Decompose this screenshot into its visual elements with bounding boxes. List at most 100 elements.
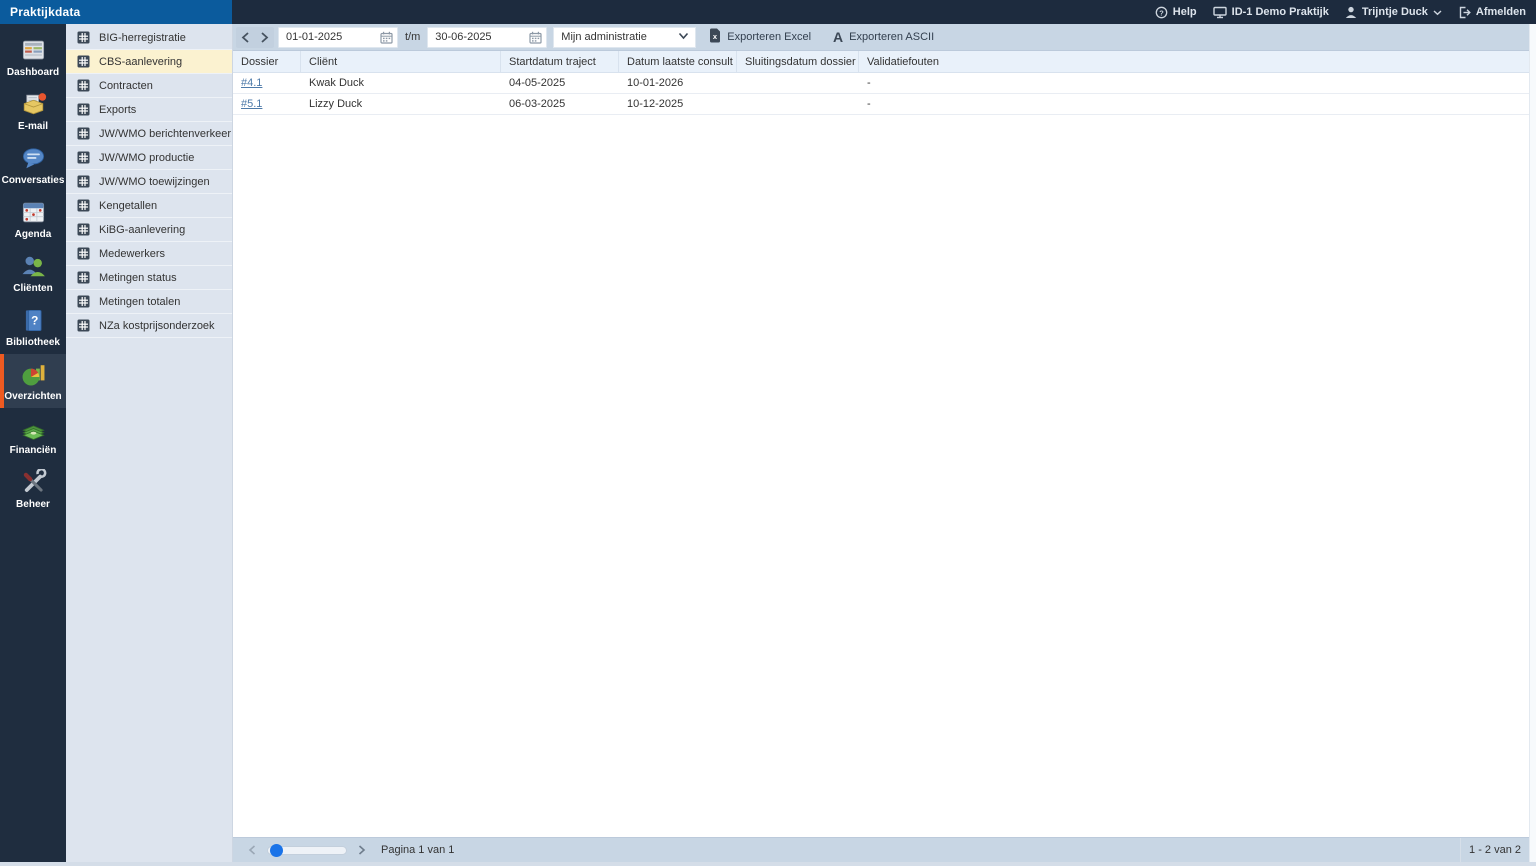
rail-item-conversaties[interactable]: Conversaties [0,138,66,192]
rail-item-clienten[interactable]: Cliënten [0,246,66,300]
cbs-aanlevering-table: Dossier Cliënt Startdatum traject Datum … [233,51,1529,837]
topbar-actions: ? Help ID-1 Demo Praktijk Trijntje Duck [232,0,1536,24]
column-header-sluitingsdatum[interactable]: Sluitingsdatum dossier [737,51,859,72]
grid-icon [77,247,90,260]
book-icon: ? [19,306,47,334]
sidebar-item-contracten[interactable]: Contracten [66,74,232,98]
calendar-picker-icon[interactable] [380,31,393,44]
date-from-input[interactable] [286,31,380,43]
grid-icon [77,55,90,68]
email-icon [19,90,47,118]
previous-period-button[interactable] [236,27,255,48]
rail-item-financien[interactable]: Financiën [0,408,66,462]
next-period-button[interactable] [255,27,274,48]
dashboard-icon [19,36,47,64]
money-icon [19,414,47,442]
sidebar-item-nza-kostprijsonderzoek[interactable]: NZa kostprijsonderzoek [66,314,232,338]
rail-item-dashboard[interactable]: Dashboard [0,30,66,84]
scrollbar-track[interactable] [1529,24,1536,862]
sidebar-item-metingen-totalen[interactable]: Metingen totalen [66,290,232,314]
practice-selector[interactable]: ID-1 Demo Praktijk [1212,6,1329,19]
sidebar-item-medewerkers[interactable]: Medewerkers [66,242,232,266]
date-range-separator: t/m [405,31,421,43]
laatste-consult-cell: 10-01-2026 [627,77,684,89]
pie-chart-icon [19,360,47,388]
app-window: Praktijkdata ? Help ID-1 Demo Praktijk T… [0,0,1536,866]
sidebar-item-kengetallen[interactable]: Kengetallen [66,194,232,218]
grid-icon [77,31,90,44]
sluitingsdatum-cell [737,73,859,93]
sidebar-item-cbs-aanlevering[interactable]: CBS-aanlevering [66,50,232,74]
column-header-laatste-consult[interactable]: Datum laatste consult [619,51,737,72]
calendar-icon [19,198,47,226]
rail-item-overzichten[interactable]: Overzichten [0,354,66,408]
client-cell: Lizzy Duck [309,98,363,110]
sidebar-item-jwwmo-berichtenverkeer[interactable]: JW/WMO berichtenverkeer [66,122,232,146]
startdatum-cell: 06-03-2025 [509,98,566,110]
topbar: Praktijkdata ? Help ID-1 Demo Praktijk T… [0,0,1536,24]
calendar-picker-icon[interactable] [529,31,542,44]
chevron-down-icon [1433,9,1442,16]
column-header-startdatum[interactable]: Startdatum traject [501,51,619,72]
sidebar-item-big-herregistratie[interactable]: BIG-herregistratie [66,26,232,50]
sidebar-item-kibg-aanlevering[interactable]: KiBG-aanlevering [66,218,232,242]
ascii-icon: A [833,29,844,45]
table-header-row: Dossier Cliënt Startdatum traject Datum … [233,51,1529,73]
user-menu[interactable]: Trijntje Duck [1345,6,1442,19]
logout-button[interactable]: Afmelden [1458,6,1526,19]
grid-icon [77,79,90,92]
export-excel-button[interactable]: x Exporteren Excel [700,27,820,48]
export-ascii-button[interactable]: A Exporteren ASCII [824,27,943,48]
date-to-input[interactable] [435,31,530,43]
reports-sidebar: BIG-herregistratie CBS-aanlevering Contr… [66,24,233,862]
column-header-client[interactable]: Cliënt [301,51,501,72]
tools-icon [19,468,47,496]
previous-page-button[interactable] [243,845,261,855]
grid-icon [77,103,90,116]
rail-item-agenda[interactable]: Agenda [0,192,66,246]
grid-icon [77,271,90,284]
person-icon [1345,6,1357,19]
sluitingsdatum-cell [737,94,859,114]
column-header-dossier[interactable]: Dossier [233,51,301,72]
startdatum-cell: 04-05-2025 [509,77,566,89]
people-icon [19,252,47,280]
main-nav-rail: Dashboard E-mail Conversaties Agenda Cli… [0,24,66,862]
column-header-validatiefouten[interactable]: Validatiefouten [859,51,1529,72]
bottom-border-strip [0,862,1536,866]
pagination-bar: Pagina 1 van 1 1 - 2 van 2 [233,837,1529,862]
rail-item-email[interactable]: E-mail [0,84,66,138]
svg-text:?: ? [1159,8,1164,17]
dossier-link[interactable]: #4.1 [241,77,262,89]
grid-icon [77,199,90,212]
monitor-icon [1212,6,1227,19]
next-page-button[interactable] [353,845,371,855]
sidebar-item-exports[interactable]: Exports [66,98,232,122]
speech-bubble-icon [19,144,47,172]
grid-icon [77,175,90,188]
grid-icon [77,319,90,332]
dossier-link[interactable]: #5.1 [241,98,262,110]
excel-file-icon: x [709,28,721,46]
grid-icon [77,127,90,140]
sidebar-item-jwwmo-productie[interactable]: JW/WMO productie [66,146,232,170]
help-button[interactable]: ? Help [1155,6,1197,19]
sidebar-item-jwwmo-toewijzingen[interactable]: JW/WMO toewijzingen [66,170,232,194]
page-slider[interactable] [267,843,347,857]
validatiefouten-cell: - [867,98,871,110]
page-slider-knob[interactable] [270,843,283,857]
administration-select[interactable]: Mijn administratie [553,26,697,48]
sidebar-item-metingen-status[interactable]: Metingen status [66,266,232,290]
period-nav [236,26,274,48]
rail-item-beheer[interactable]: Beheer [0,462,66,516]
rail-item-bibliotheek[interactable]: ? Bibliotheek [0,300,66,354]
app-logo: Praktijkdata [0,0,232,24]
report-toolbar: t/m Mijn administratie x [233,24,1529,51]
main-panel: t/m Mijn administratie x [233,24,1529,862]
table-row: #4.1 Kwak Duck 04-05-2025 10-01-2026 - [233,73,1529,94]
grid-icon [77,295,90,308]
table-empty-area [233,115,1529,837]
date-to-field [427,26,548,48]
logout-icon [1458,6,1471,19]
validatiefouten-cell: - [867,77,871,89]
